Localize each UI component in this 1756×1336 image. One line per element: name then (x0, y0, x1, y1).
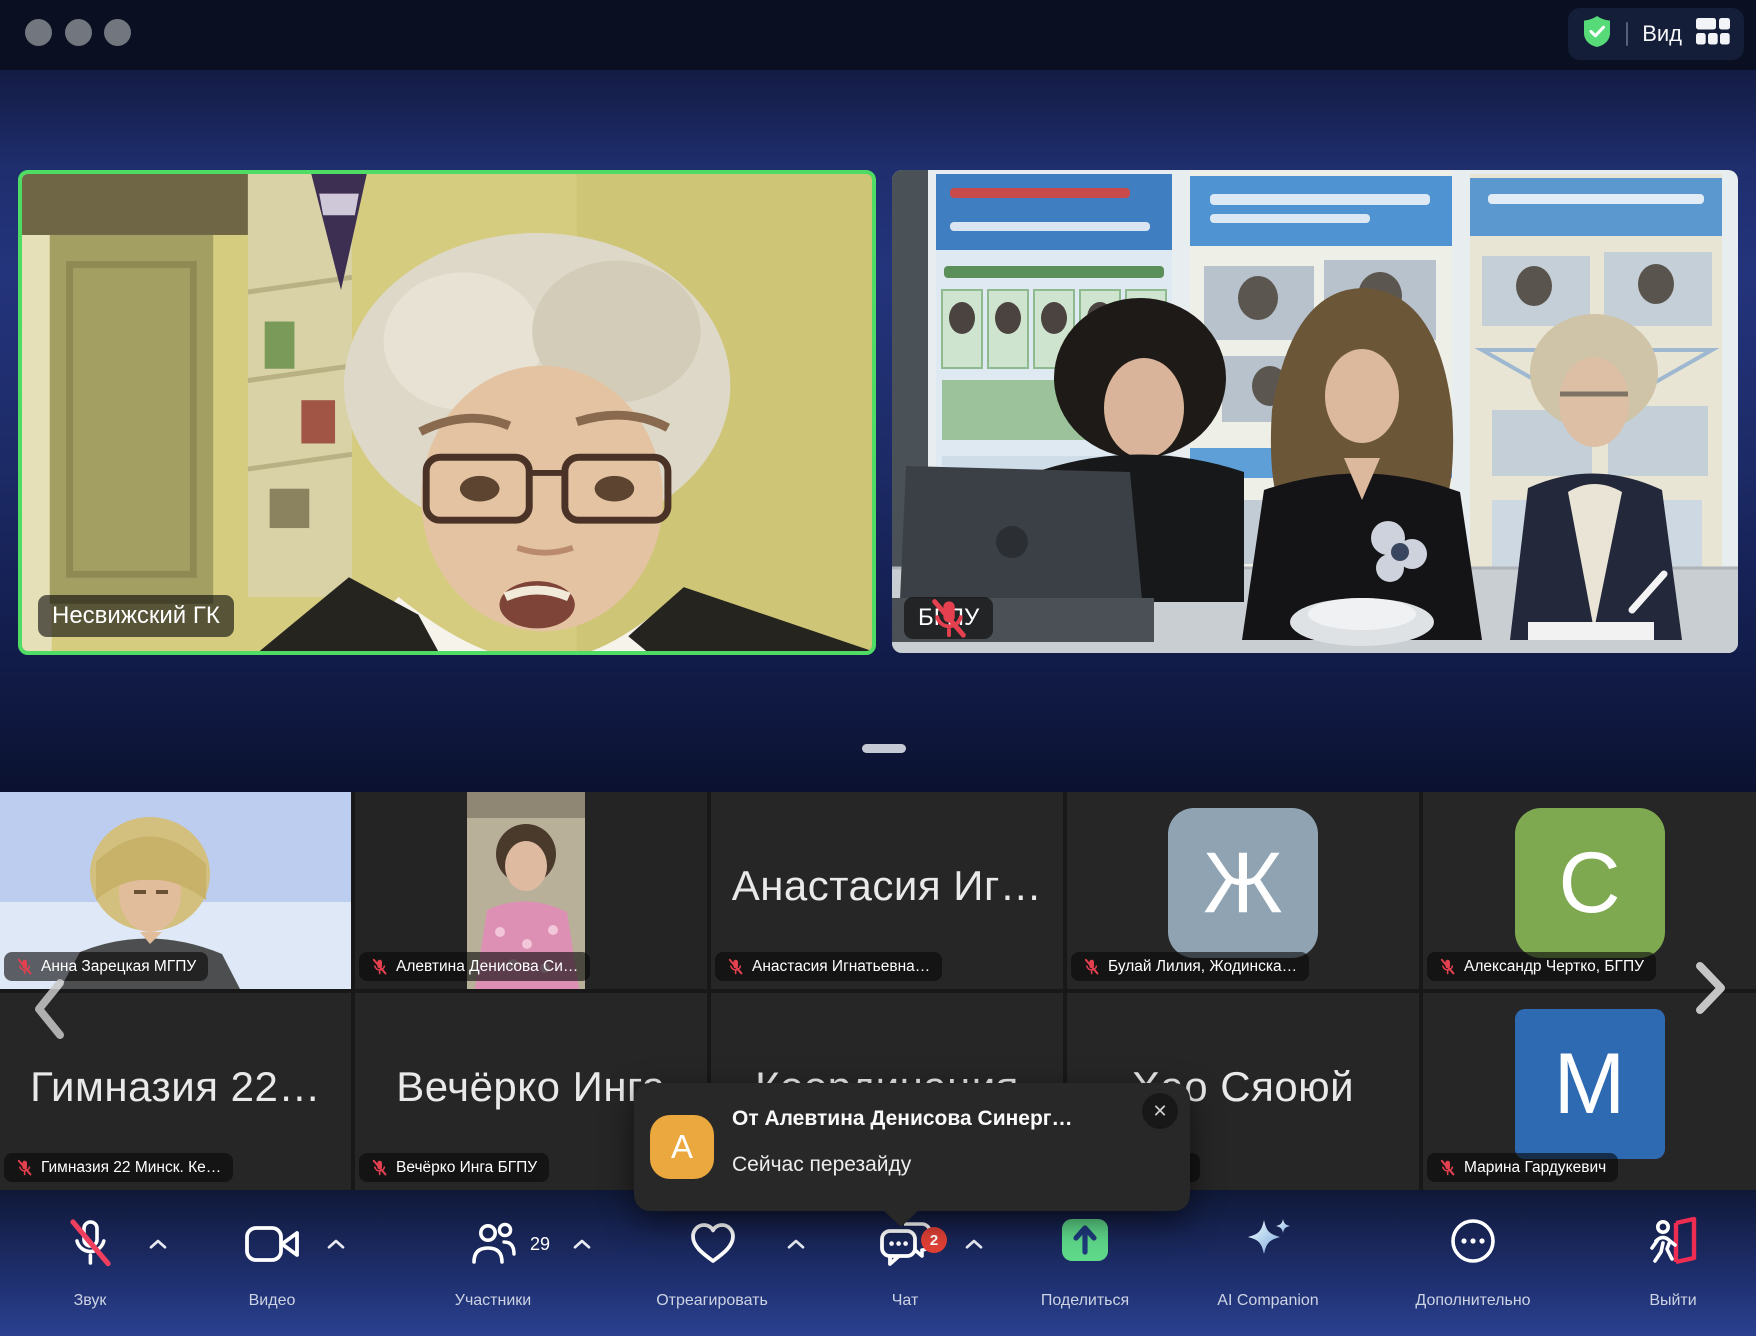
window-close-button[interactable] (25, 19, 52, 46)
avatar-initial: M (1554, 1035, 1626, 1134)
leave-button[interactable] (1648, 1216, 1698, 1266)
mic-muted-icon (371, 1158, 388, 1177)
participant-name-text: Булай Лилия, Жодинска… (1108, 958, 1297, 976)
gallery-tile-chertko[interactable]: C Александр Чертко, БГПУ (1423, 792, 1756, 989)
gallery-next-arrow[interactable] (1694, 962, 1728, 1014)
zoom-meeting-window: Вид (0, 0, 1756, 1336)
gallery-tile-gardukevich[interactable]: M Марина Гардукевич (1423, 993, 1756, 1190)
gallery-prev-arrow[interactable] (32, 978, 66, 1040)
gallery-tile-anna[interactable]: Анна Зарецкая МГПУ (0, 792, 351, 989)
participant-name-text: Александр Чертко, БГПУ (1464, 958, 1644, 976)
avatar: C (1515, 808, 1665, 958)
main-video-tile-nesvizhsky[interactable]: Несвижский ГК (18, 170, 876, 655)
share-screen-button-label[interactable]: Поделиться (1041, 1292, 1129, 1310)
avatar: M (1515, 1009, 1665, 1159)
avatar-initial: C (1558, 834, 1620, 933)
chat-button-label[interactable]: Чат (892, 1292, 919, 1310)
participant-name-text: Анастасия Игнатьевна… (752, 958, 930, 976)
participant-name-label: Вечёрко Инга БГПУ (359, 1153, 549, 1182)
view-button-label[interactable]: Вид (1642, 21, 1682, 47)
security-shield-icon[interactable] (1582, 15, 1612, 53)
mic-muted-icon (1083, 957, 1100, 976)
chat-notification-popup[interactable]: A От Алевтина Денисова Синерг… Сейчас пе… (634, 1083, 1190, 1211)
popup-tail (882, 1209, 920, 1227)
gallery-tile-anastasia[interactable]: Анастасия Иг… Анастасия Игнатьевна… (711, 792, 1063, 989)
sender-avatar: A (650, 1115, 714, 1179)
titlebar: Вид (0, 0, 1756, 70)
video-button[interactable] (244, 1224, 300, 1264)
chat-unread-badge: 2 (921, 1227, 947, 1253)
mic-muted-icon (16, 1158, 33, 1177)
video-frame-room (22, 174, 872, 651)
titlebar-separator (1626, 22, 1628, 46)
sender-avatar-initial: A (671, 1128, 693, 1166)
ai-companion-button-label[interactable]: AI Companion (1217, 1292, 1318, 1310)
meeting-toolbar: Звук Видео 29 Участники Отреагировать (0, 1190, 1756, 1336)
participant-name-label: Анастасия Игнатьевна… (715, 952, 942, 981)
participant-name-text: Марина Гардукевич (1464, 1159, 1606, 1177)
avatar: Ж (1168, 808, 1318, 958)
main-stage: Несвижский ГК (0, 70, 1756, 792)
mute-button-label[interactable]: Звук (74, 1292, 107, 1310)
video-options-caret[interactable] (326, 1238, 346, 1250)
participant-name-text: Гимназия 22 Минск. Ке… (41, 1159, 221, 1177)
chat-options-caret[interactable] (964, 1238, 984, 1250)
chat-sender: От Алевтина Денисова Синерг… (732, 1107, 1073, 1131)
titlebar-right-group: Вид (1568, 8, 1744, 60)
participant-name-label: Марина Гардукевич (1427, 1153, 1618, 1182)
close-icon[interactable]: ✕ (1142, 1093, 1178, 1129)
mic-muted-icon (16, 957, 33, 976)
participant-name-label: Гимназия 22 Минск. Ке… (4, 1153, 233, 1182)
ai-companion-button[interactable] (1242, 1216, 1294, 1266)
participants-button[interactable] (468, 1220, 518, 1268)
mic-muted-icon (904, 597, 993, 639)
participant-name-label: Алевтина Денисова Си… (359, 952, 590, 981)
participant-name-label: БГПУ (904, 597, 993, 639)
video-frame-panel (892, 170, 1738, 653)
react-options-caret[interactable] (786, 1238, 806, 1250)
participant-name-text: Анна Зарецкая МГПУ (41, 958, 196, 976)
mic-muted-icon (371, 957, 388, 976)
participant-big-name: Гимназия 22… (0, 1063, 351, 1111)
window-minimize-button[interactable] (65, 19, 92, 46)
main-video-tile-bgpu[interactable]: БГПУ (892, 170, 1738, 653)
mic-muted-icon (1439, 1158, 1456, 1177)
participant-name-label: Александр Чертко, БГПУ (1427, 952, 1656, 981)
chat-message: Сейчас перезайду (732, 1153, 911, 1177)
video-button-label[interactable]: Видео (249, 1292, 296, 1310)
participant-name-text: Вечёрко Инга БГПУ (396, 1159, 537, 1177)
window-zoom-button[interactable] (104, 19, 131, 46)
close-glyph: ✕ (1152, 1101, 1167, 1122)
gallery-tile-bulay[interactable]: Ж Булай Лилия, Жодинска… (1067, 792, 1419, 989)
participant-name-text: Несвижский ГК (52, 602, 220, 630)
participant-name-label: Булай Лилия, Жодинска… (1071, 952, 1309, 981)
participant-big-name: Анастасия Иг… (711, 862, 1063, 910)
avatar-initial: Ж (1203, 834, 1282, 933)
participant-name-label: Анна Зарецкая МГПУ (4, 952, 208, 981)
participants-button-label[interactable]: Участники (455, 1292, 531, 1310)
more-button-label[interactable]: Дополнительно (1415, 1292, 1530, 1310)
share-screen-button[interactable] (1061, 1218, 1109, 1262)
mute-button[interactable] (66, 1218, 114, 1270)
gallery-tile-alevtina[interactable]: Алевтина Денисова Си… (355, 792, 707, 989)
stage-resize-handle[interactable] (862, 744, 906, 753)
participant-name-label: Несвижский ГК (38, 595, 234, 637)
leave-button-label[interactable]: Выйти (1649, 1292, 1696, 1310)
view-grid-icon[interactable] (1696, 18, 1730, 50)
more-button[interactable] (1450, 1218, 1496, 1264)
react-button[interactable] (688, 1220, 738, 1266)
audio-options-caret[interactable] (148, 1238, 168, 1250)
participants-count: 29 (530, 1234, 550, 1255)
participant-name-text: Алевтина Денисова Си… (396, 958, 578, 976)
participants-options-caret[interactable] (572, 1238, 592, 1250)
mic-muted-icon (1439, 957, 1456, 976)
mic-muted-icon (727, 957, 744, 976)
react-button-label[interactable]: Отреагировать (656, 1292, 768, 1310)
